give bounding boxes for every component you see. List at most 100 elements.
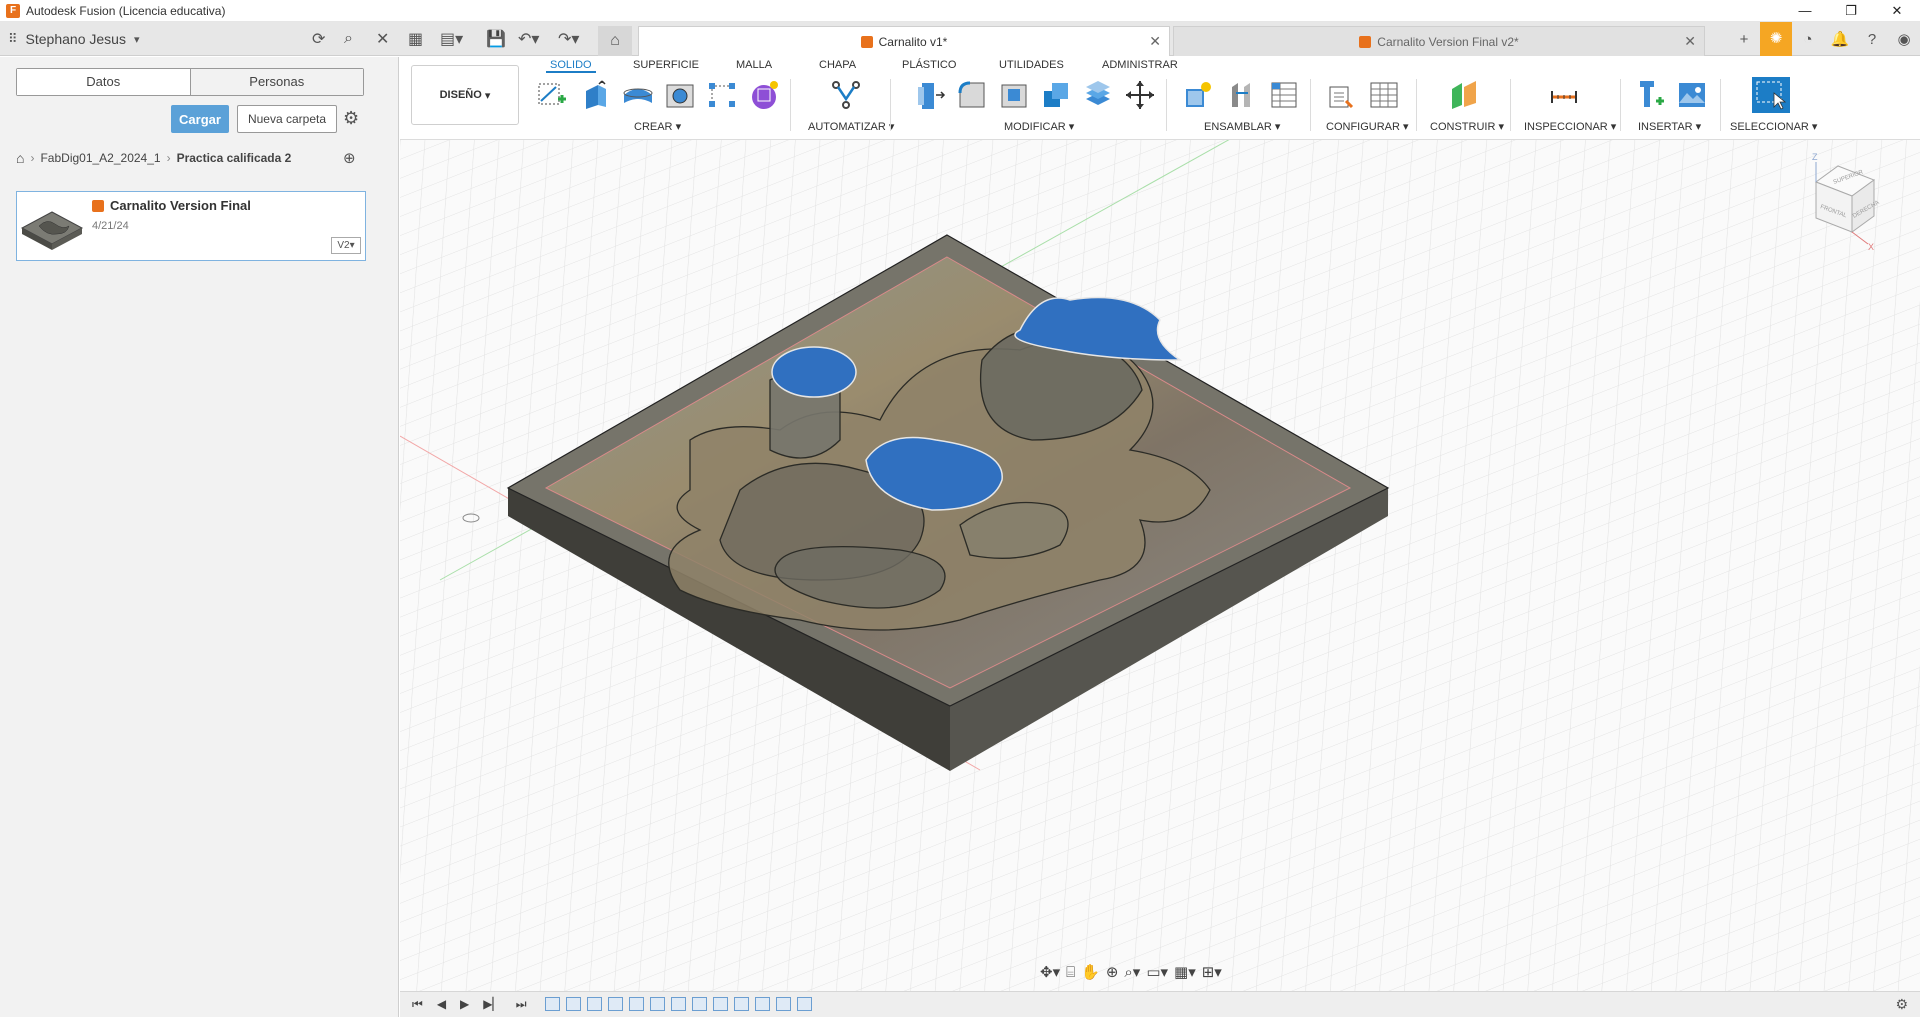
tab-utilidades[interactable]: UTILIDADES (999, 59, 1064, 71)
timeline-feature[interactable] (608, 997, 623, 1011)
look-at-icon[interactable]: ⌸ (1066, 964, 1075, 981)
offset-plane-icon[interactable] (1448, 79, 1480, 111)
tab-chapa[interactable]: CHAPA (819, 59, 856, 71)
form-icon[interactable] (748, 79, 780, 111)
measure-icon[interactable] (1548, 79, 1580, 111)
file-menu-icon[interactable]: ▤▾ (440, 22, 463, 56)
pan-icon[interactable]: ✋ (1081, 963, 1100, 981)
timeline-feature[interactable] (734, 997, 749, 1011)
timeline-feature[interactable] (755, 997, 770, 1011)
group-seleccionar[interactable]: SELECCIONAR ▾ (1730, 120, 1817, 133)
apps-grid-button-icon[interactable]: ▦ (408, 22, 423, 56)
avatar[interactable]: ◉ (1888, 30, 1920, 48)
fillet-icon[interactable] (956, 79, 988, 111)
configuration-table-icon[interactable] (1368, 79, 1400, 111)
upload-button[interactable]: Cargar (171, 105, 229, 133)
search-icon[interactable]: ⌕ (344, 22, 353, 56)
home-tab-icon[interactable]: ⌂ (598, 26, 632, 56)
combine-icon[interactable] (1040, 79, 1072, 111)
automate-icon[interactable] (830, 79, 862, 111)
zoom-icon[interactable]: ⊕ (1106, 963, 1119, 981)
file-card[interactable]: Carnalito Version Final 4/21/24 V2▾ (16, 191, 366, 261)
step-back-icon[interactable]: ◀ (437, 997, 446, 1012)
tab-carnalito-v1[interactable]: Carnalito v1* ✕ (638, 26, 1170, 56)
group-inspeccionar[interactable]: INSPECCIONAR ▾ (1524, 120, 1616, 133)
close-panel-icon[interactable]: ✕ (376, 22, 389, 56)
globe-settings-icon[interactable]: ⊕ (343, 149, 356, 167)
job-status-icon[interactable]: ◔ (1792, 31, 1824, 48)
group-ensamblar[interactable]: ENSAMBLAR ▾ (1204, 120, 1280, 133)
gear-icon[interactable]: ⚙ (343, 108, 359, 129)
tab-personas[interactable]: Personas (189, 69, 363, 95)
display-settings-icon[interactable]: ▭▾ (1146, 963, 1168, 981)
go-to-start-icon[interactable]: ⏮ (412, 997, 423, 1012)
minimize-button[interactable]: — (1782, 0, 1828, 22)
timeline-feature[interactable] (629, 997, 644, 1011)
group-modificar[interactable]: MODIFICAR ▾ (1004, 120, 1074, 133)
group-configurar[interactable]: CONFIGURAR ▾ (1326, 120, 1409, 133)
refresh-icon[interactable]: ⟳ (312, 22, 325, 56)
fit-icon[interactable]: ⌕▾ (1124, 963, 1140, 981)
go-to-end-icon[interactable]: ⏭ (516, 997, 527, 1012)
close-window-button[interactable]: ✕ (1874, 0, 1920, 22)
create-sketch-icon[interactable] (536, 79, 568, 111)
extensions-icon[interactable]: ✺ (1760, 22, 1792, 56)
select-icon[interactable] (1752, 77, 1790, 113)
help-icon[interactable]: ? (1856, 31, 1888, 48)
undo-icon[interactable]: ↶▾ (518, 22, 539, 56)
canvas-viewport[interactable]: SUPERIOR FRONTAL DERECHA Z X (400, 140, 1920, 991)
tab-solido[interactable]: SOLIDO (546, 59, 596, 73)
group-insertar[interactable]: INSERTAR ▾ (1638, 120, 1701, 133)
joint-icon[interactable] (1226, 79, 1258, 111)
close-tab-icon[interactable]: ✕ (1684, 33, 1696, 50)
notifications-icon[interactable]: 🔔 (1824, 30, 1856, 48)
home-icon[interactable]: ⌂ (16, 150, 24, 166)
extrude-icon[interactable] (580, 79, 612, 111)
group-automatizar[interactable]: AUTOMATIZAR ▾ (808, 120, 894, 133)
insert-canvas-icon[interactable] (1676, 79, 1708, 111)
version-dropdown[interactable]: V2▾ (331, 237, 361, 254)
group-crear[interactable]: CREAR ▾ (634, 120, 681, 133)
bill-of-materials-icon[interactable] (1268, 79, 1300, 111)
play-icon[interactable]: ▶ (460, 997, 469, 1012)
revolve-icon[interactable] (622, 79, 654, 111)
breadcrumb-project[interactable]: FabDig01_A2_2024_1 (40, 151, 160, 165)
parameters-icon[interactable] (1326, 79, 1358, 111)
timeline-feature[interactable] (650, 997, 665, 1011)
timeline-feature[interactable] (566, 997, 581, 1011)
timeline-settings-icon[interactable]: ⚙ (1895, 996, 1908, 1013)
timeline-feature[interactable] (692, 997, 707, 1011)
new-component-icon[interactable] (1182, 79, 1214, 111)
save-icon[interactable]: 💾 (486, 22, 506, 56)
move-copy-icon[interactable] (1124, 79, 1156, 111)
new-folder-button[interactable]: Nueva carpeta (237, 105, 337, 133)
tab-administrar[interactable]: ADMINISTRAR (1102, 59, 1178, 71)
user-menu[interactable]: ⠿ Stephano Jesus ▾ (8, 22, 139, 56)
redo-icon[interactable]: ↷▾ (558, 22, 579, 56)
restore-button[interactable]: ❐ (1828, 0, 1874, 22)
workspace-switcher[interactable]: DISEÑO ▾ (411, 65, 519, 125)
model-scene[interactable]: SUPERIOR FRONTAL DERECHA Z X (400, 140, 1920, 991)
timeline-feature[interactable] (797, 997, 812, 1011)
group-construir[interactable]: CONSTRUIR ▾ (1430, 120, 1504, 133)
offset-face-icon[interactable] (1082, 79, 1114, 111)
close-tab-icon[interactable]: ✕ (1149, 33, 1161, 50)
step-forward-icon[interactable]: ▶▏ (483, 997, 501, 1012)
shell-icon[interactable] (998, 79, 1030, 111)
tab-carnalito-final[interactable]: Carnalito Version Final v2* ✕ (1173, 26, 1705, 56)
orbit-icon[interactable]: ✥▾ (1040, 963, 1060, 981)
tab-malla[interactable]: MALLA (736, 59, 772, 71)
tab-superficie[interactable]: SUPERFICIE (633, 59, 699, 71)
grid-settings-icon[interactable]: ▦▾ (1174, 963, 1196, 981)
timeline-feature[interactable] (587, 997, 602, 1011)
breadcrumb-folder[interactable]: Practica calificada 2 (177, 151, 292, 165)
timeline-feature[interactable] (713, 997, 728, 1011)
pattern-icon[interactable] (706, 79, 738, 111)
hole-icon[interactable] (664, 79, 696, 111)
tab-plastico[interactable]: PLÁSTICO (902, 59, 956, 71)
tab-datos[interactable]: Datos (17, 69, 190, 95)
new-tab-icon[interactable]: + (1728, 31, 1760, 48)
timeline-feature[interactable] (776, 997, 791, 1011)
timeline-feature[interactable] (545, 997, 560, 1011)
timeline-feature[interactable] (671, 997, 686, 1011)
